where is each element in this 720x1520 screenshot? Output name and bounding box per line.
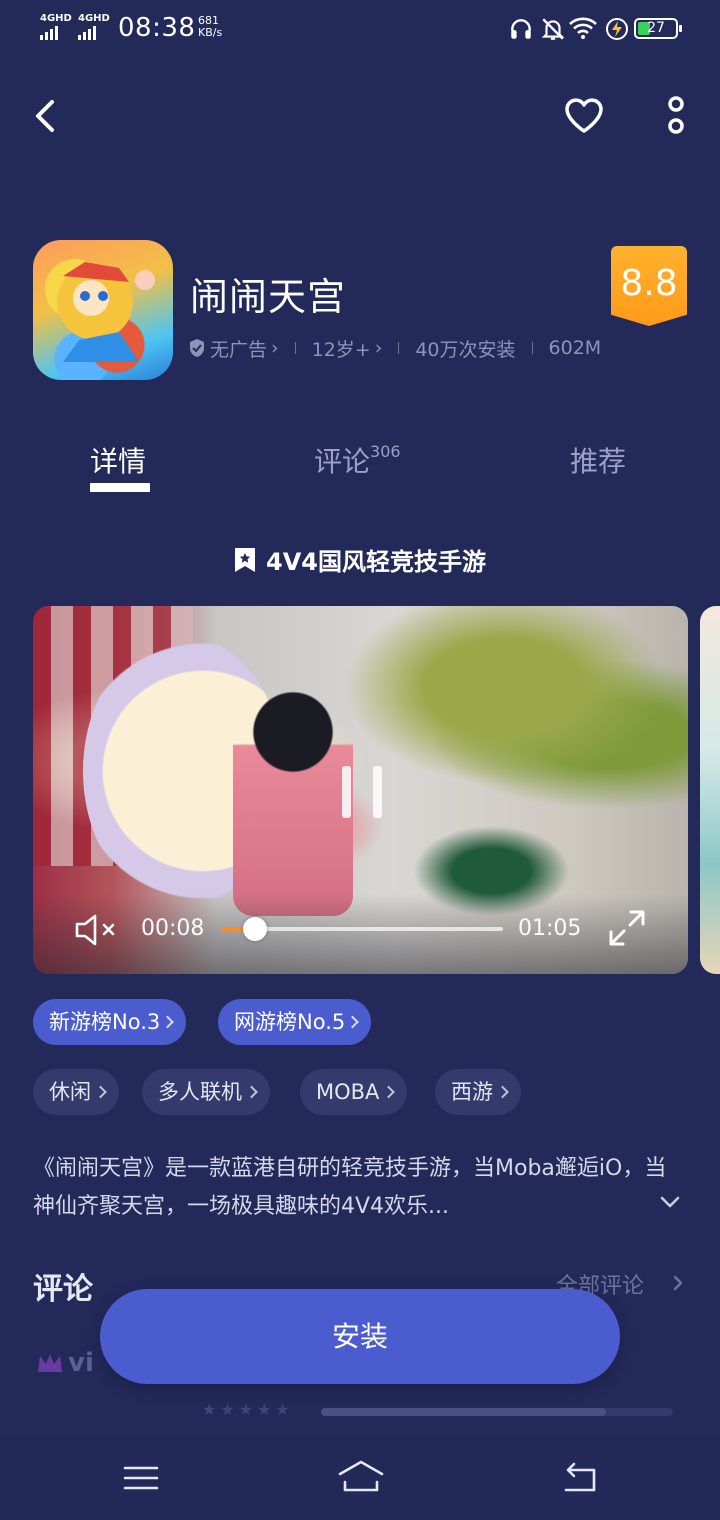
shield-check-icon bbox=[190, 339, 204, 357]
signal-indicator-2: 4GHD bbox=[78, 14, 110, 40]
tab-label: 评论 bbox=[314, 445, 371, 478]
tag-chip-journey-west[interactable]: 西游 bbox=[435, 1069, 521, 1115]
bookmark-star-icon bbox=[235, 547, 255, 572]
network-speed: 681 KB/s bbox=[198, 15, 222, 39]
active-tab-indicator bbox=[90, 483, 150, 492]
tag-chip-moba[interactable]: MOBA bbox=[300, 1069, 408, 1115]
signal-indicator-1: 4GHD bbox=[40, 14, 72, 40]
video-progress-knob[interactable] bbox=[242, 917, 267, 941]
age-rating-info[interactable]: 12岁+ › bbox=[312, 335, 383, 362]
video-character-art bbox=[233, 686, 353, 916]
video-current-time: 00:08 bbox=[141, 916, 205, 941]
headphones-icon bbox=[511, 19, 531, 39]
ads-label: 无广告 bbox=[210, 338, 268, 361]
home-icon[interactable] bbox=[337, 1458, 385, 1498]
network-type-label: 4GHD bbox=[40, 13, 72, 24]
video-total-time: 01:05 bbox=[518, 916, 582, 941]
signal-bars-icon bbox=[78, 26, 110, 40]
rank-chip-online-games[interactable]: 网游榜No.5 bbox=[218, 999, 372, 1045]
chip-label: MOBA bbox=[316, 1080, 380, 1104]
pause-button[interactable] bbox=[342, 766, 382, 818]
chevron-right-icon bbox=[673, 1275, 683, 1291]
app-description: 《闹闹天宫》是一款蓝港自研的轻竞技手游，当Moba邂逅iO，当神仙齐聚天宫，一场… bbox=[33, 1156, 667, 1219]
chip-label: 多人联机 bbox=[158, 1080, 242, 1104]
video-progress-track[interactable] bbox=[221, 917, 503, 941]
app-icon bbox=[33, 240, 173, 380]
age-rating-label: 12岁+ bbox=[311, 338, 371, 361]
return-icon[interactable] bbox=[560, 1458, 600, 1498]
menu-icon[interactable] bbox=[121, 1458, 161, 1498]
rating-badge: 8.8 bbox=[611, 246, 687, 326]
wifi-icon bbox=[569, 17, 597, 39]
battery-indicator: 27 bbox=[634, 18, 682, 39]
chip-label: 休闲 bbox=[49, 1080, 91, 1104]
crown-icon bbox=[38, 1354, 62, 1372]
rating-stars-faded: ★★★★★ bbox=[202, 1400, 294, 1419]
charging-icon bbox=[606, 18, 628, 40]
chevron-right-icon: › bbox=[271, 337, 279, 359]
rank-chip-new-games[interactable]: 新游榜No.3 bbox=[33, 999, 187, 1045]
network-speed-unit: KB/s bbox=[198, 26, 223, 39]
tagline-text: 4V4国风轻竞技手游 bbox=[266, 548, 486, 576]
tag-chip-multiplayer[interactable]: 多人联机 bbox=[142, 1069, 270, 1115]
tab-label: 详情 bbox=[90, 445, 147, 478]
reviews-section-title: 评论 bbox=[33, 1272, 93, 1307]
brand-text: vi bbox=[68, 1348, 94, 1378]
video-player[interactable]: 00:08 01:05 bbox=[33, 606, 688, 974]
review-count: 306 bbox=[370, 442, 401, 461]
meta-divider bbox=[294, 342, 296, 354]
next-screenshot-preview[interactable] bbox=[700, 606, 720, 974]
more-options-button[interactable] bbox=[662, 94, 690, 138]
signal-bars-icon bbox=[40, 26, 72, 40]
chip-label: 新游榜No.3 bbox=[49, 1010, 161, 1034]
favorite-button[interactable] bbox=[563, 96, 605, 136]
mute-button[interactable] bbox=[73, 912, 119, 948]
tag-chip-casual[interactable]: 休闲 bbox=[33, 1069, 119, 1115]
app-name: 闹闹天宫 bbox=[190, 275, 347, 319]
video-ground-shade bbox=[33, 894, 688, 974]
tab-recommended[interactable]: 推荐 bbox=[570, 440, 626, 480]
app-tagline: 4V4国风轻竞技手游 bbox=[0, 542, 720, 577]
install-button[interactable]: 安装 bbox=[100, 1289, 620, 1384]
status-bar: 4GHD 4GHD 08:38 681 KB/s 27 bbox=[0, 0, 720, 60]
app-size: 602M bbox=[548, 337, 602, 359]
meta-divider bbox=[531, 342, 533, 354]
chip-label: 网游榜No.5 bbox=[234, 1010, 346, 1034]
tab-reviews[interactable]: 评论306 bbox=[314, 440, 401, 480]
back-button[interactable] bbox=[30, 96, 62, 136]
network-type-label: 4GHD bbox=[78, 13, 110, 24]
tab-details[interactable]: 详情 bbox=[90, 440, 146, 480]
rating-distribution-bar bbox=[321, 1408, 673, 1416]
chevron-right-icon: › bbox=[374, 337, 383, 359]
brand-logo: vi bbox=[36, 1348, 94, 1378]
ads-info[interactable]: 无广告 › bbox=[188, 335, 279, 362]
expand-description-button[interactable] bbox=[660, 1192, 680, 1212]
bell-muted-icon bbox=[541, 18, 565, 40]
tab-label: 推荐 bbox=[570, 445, 627, 478]
meta-divider bbox=[398, 342, 400, 354]
monkey-king-artwork bbox=[57, 262, 155, 362]
chip-label: 西游 bbox=[451, 1080, 493, 1104]
fullscreen-button[interactable] bbox=[607, 908, 647, 948]
status-time: 08:38 bbox=[118, 13, 196, 43]
battery-level: 27 bbox=[647, 20, 665, 36]
app-meta-row: 无广告 › 12岁+ › 40万次安装 602M bbox=[188, 334, 601, 362]
install-count: 40万次安装 bbox=[415, 338, 516, 361]
